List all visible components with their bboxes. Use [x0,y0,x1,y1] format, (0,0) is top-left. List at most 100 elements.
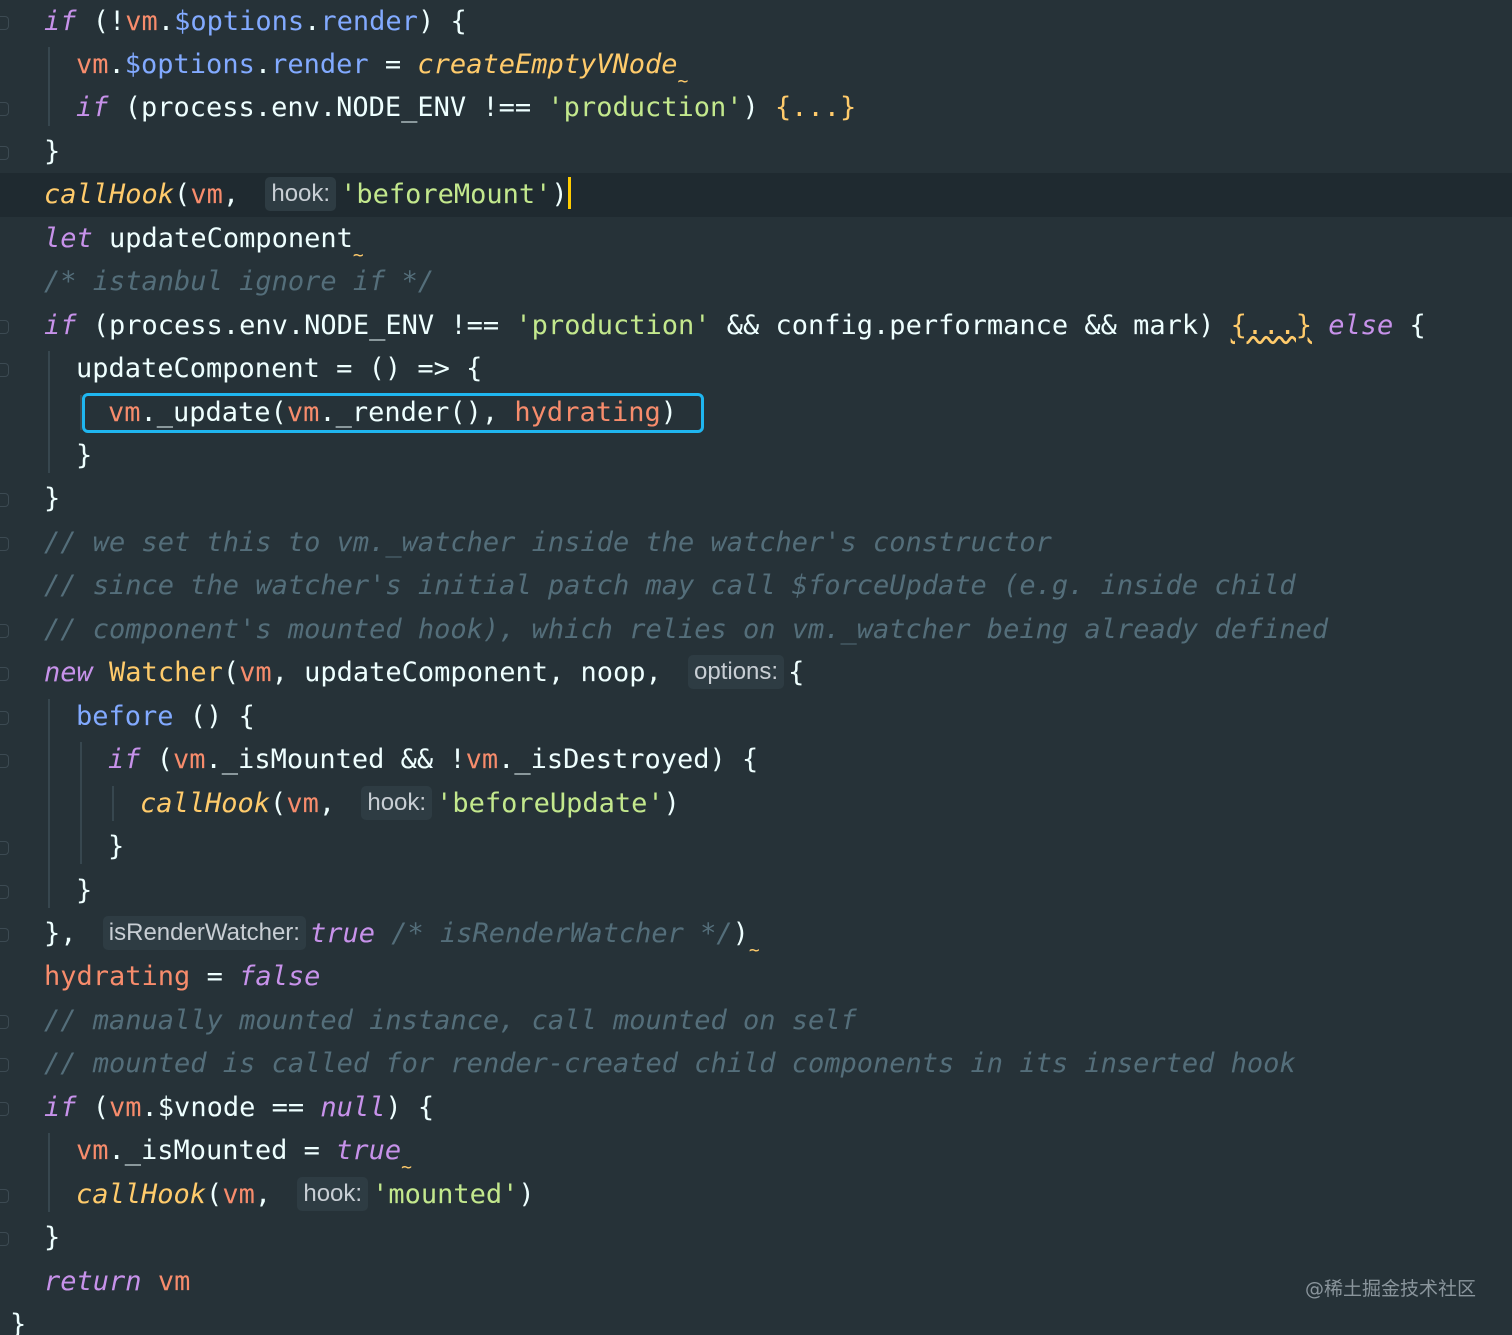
code-token: ( [206,1178,223,1210]
code-token: = [190,961,240,993]
code-line[interactable]: // component's mounted hook), which reli… [0,608,1512,651]
code-token: , updateComponent, noop, [271,657,679,689]
code-token: ._isDestroyed) { [498,744,759,776]
code-token: . [157,5,175,37]
code-line[interactable]: callHook(vm, hook:'mounted') [0,1173,1512,1216]
code-token: vm [173,744,206,776]
code-token: null [320,1091,386,1123]
code-token: if [44,1091,77,1123]
code-token: ) [663,787,680,819]
code-editor[interactable]: if (!vm.$options.render) {vm.$options.re… [0,0,1512,1335]
code-token: // manually mounted instance, call mount… [44,1004,857,1036]
code-line[interactable]: } [0,130,1512,173]
indent-guide [48,1133,50,1213]
code-token: (process.env.NODE_ENV !== [108,92,548,124]
code-token: vm [125,5,158,37]
code-line[interactable]: } [0,869,1512,912]
code-token: (process.env.NODE_ENV !== [76,309,516,341]
code-token: /* istanbul ignore if */ [44,266,435,298]
code-line[interactable]: // manually mounted instance, call mount… [0,999,1512,1042]
code-token: if [44,309,77,341]
code-token: // mounted is called for render-created … [44,1048,1296,1080]
code-token: .$vnode == [141,1091,321,1123]
code-token: vm [239,657,272,689]
code-line[interactable]: updateComponent = () => { [0,347,1512,390]
code-token: } [10,1309,27,1335]
code-line[interactable]: } [0,1216,1512,1259]
code-token: { [1393,309,1426,341]
text-caret [567,177,571,210]
code-line[interactable]: vm.$options.render = createEmptyVNode~ [0,43,1512,92]
code-line[interactable]: } [0,477,1512,520]
code-token: ) [551,179,568,211]
code-token: } [44,483,61,515]
code-line[interactable]: let updateComponent~ [0,217,1512,266]
code-line[interactable]: if (process.env.NODE_ENV !== 'production… [0,86,1512,129]
code-token: // component's mounted hook), which reli… [44,613,1329,645]
parameter-hint: hook: [265,177,337,212]
code-line[interactable]: if (process.env.NODE_ENV !== 'production… [0,304,1512,347]
code-token: true [309,917,375,949]
code-line[interactable]: if (vm.$vnode == null) { [0,1086,1512,1129]
code-token: ) [732,917,749,949]
code-line[interactable]: // mounted is called for render-created … [0,1042,1512,1085]
code-token: callHook [44,179,175,211]
code-line[interactable]: // we set this to vm._watcher inside the… [0,521,1512,564]
code-line[interactable]: if (vm._isMounted && !vm._isDestroyed) { [0,738,1512,781]
code-token: } [76,440,93,471]
code-line[interactable]: if (!vm.$options.render) { [0,0,1512,43]
code-line[interactable]: return vm [0,1260,1512,1303]
code-line[interactable]: callHook(vm, hook:'beforeMount') [0,173,1512,217]
code-line[interactable]: callHook(vm, hook:'beforeUpdate') [0,782,1512,825]
code-token: false [239,961,321,993]
code-token: true [336,1135,402,1167]
code-token: let [44,222,93,254]
code-token: {...} [775,92,857,124]
code-line[interactable]: } [0,434,1512,477]
code-line[interactable]: } [0,825,1512,868]
code-line[interactable]: } [0,1303,1512,1335]
code-token: = [368,48,418,80]
code-line[interactable]: // since the watcher's initial patch may… [0,564,1512,607]
code-token: createEmptyVNode [417,48,678,80]
code-token: callHook [140,787,271,819]
code-token: ._isMounted = [108,1135,337,1167]
parameter-hint: options: [688,655,785,690]
code-token: , [318,787,352,819]
code-token: vm [222,1178,255,1210]
code-token: if [76,92,109,124]
code-line[interactable]: /* istanbul ignore if */ [0,260,1512,303]
code-token: vm [190,179,223,211]
code-line[interactable]: new Watcher(vm, updateComponent, noop, o… [0,651,1512,694]
code-token: Watcher [109,657,223,689]
code-token: { [788,657,805,689]
code-line[interactable]: vm._isMounted = true~ [0,1129,1512,1178]
code-token: . [108,48,125,80]
parameter-hint: isRenderWatcher: [102,915,306,950]
code-token: /* isRenderWatcher */ [391,917,733,949]
code-token: if [44,5,77,37]
code-token: vm [76,48,109,80]
code-token: 'beforeUpdate' [436,787,664,819]
code-line[interactable]: hydrating = false [0,955,1512,998]
code-line[interactable]: before () { [0,695,1512,738]
code-token: 'production' [547,92,743,124]
code-line[interactable]: }, isRenderWatcher: true /* isRenderWatch… [0,912,1512,961]
code-token: $options [174,5,305,37]
code-token: . [254,48,272,80]
code-token: // we set this to vm._watcher inside the… [44,526,1052,558]
parameter-hint: hook: [297,1176,369,1211]
code-token: , [222,179,256,211]
code-token: render [320,5,418,37]
code-token: ) [518,1178,535,1210]
code-token: 'production' [515,309,711,341]
code-token: } [108,831,125,863]
parameter-hint: hook: [361,785,433,820]
code-token: ( [140,744,174,776]
code-token: , [254,1178,288,1210]
code-token: } [44,135,61,167]
code-token: ) { [385,1091,435,1123]
